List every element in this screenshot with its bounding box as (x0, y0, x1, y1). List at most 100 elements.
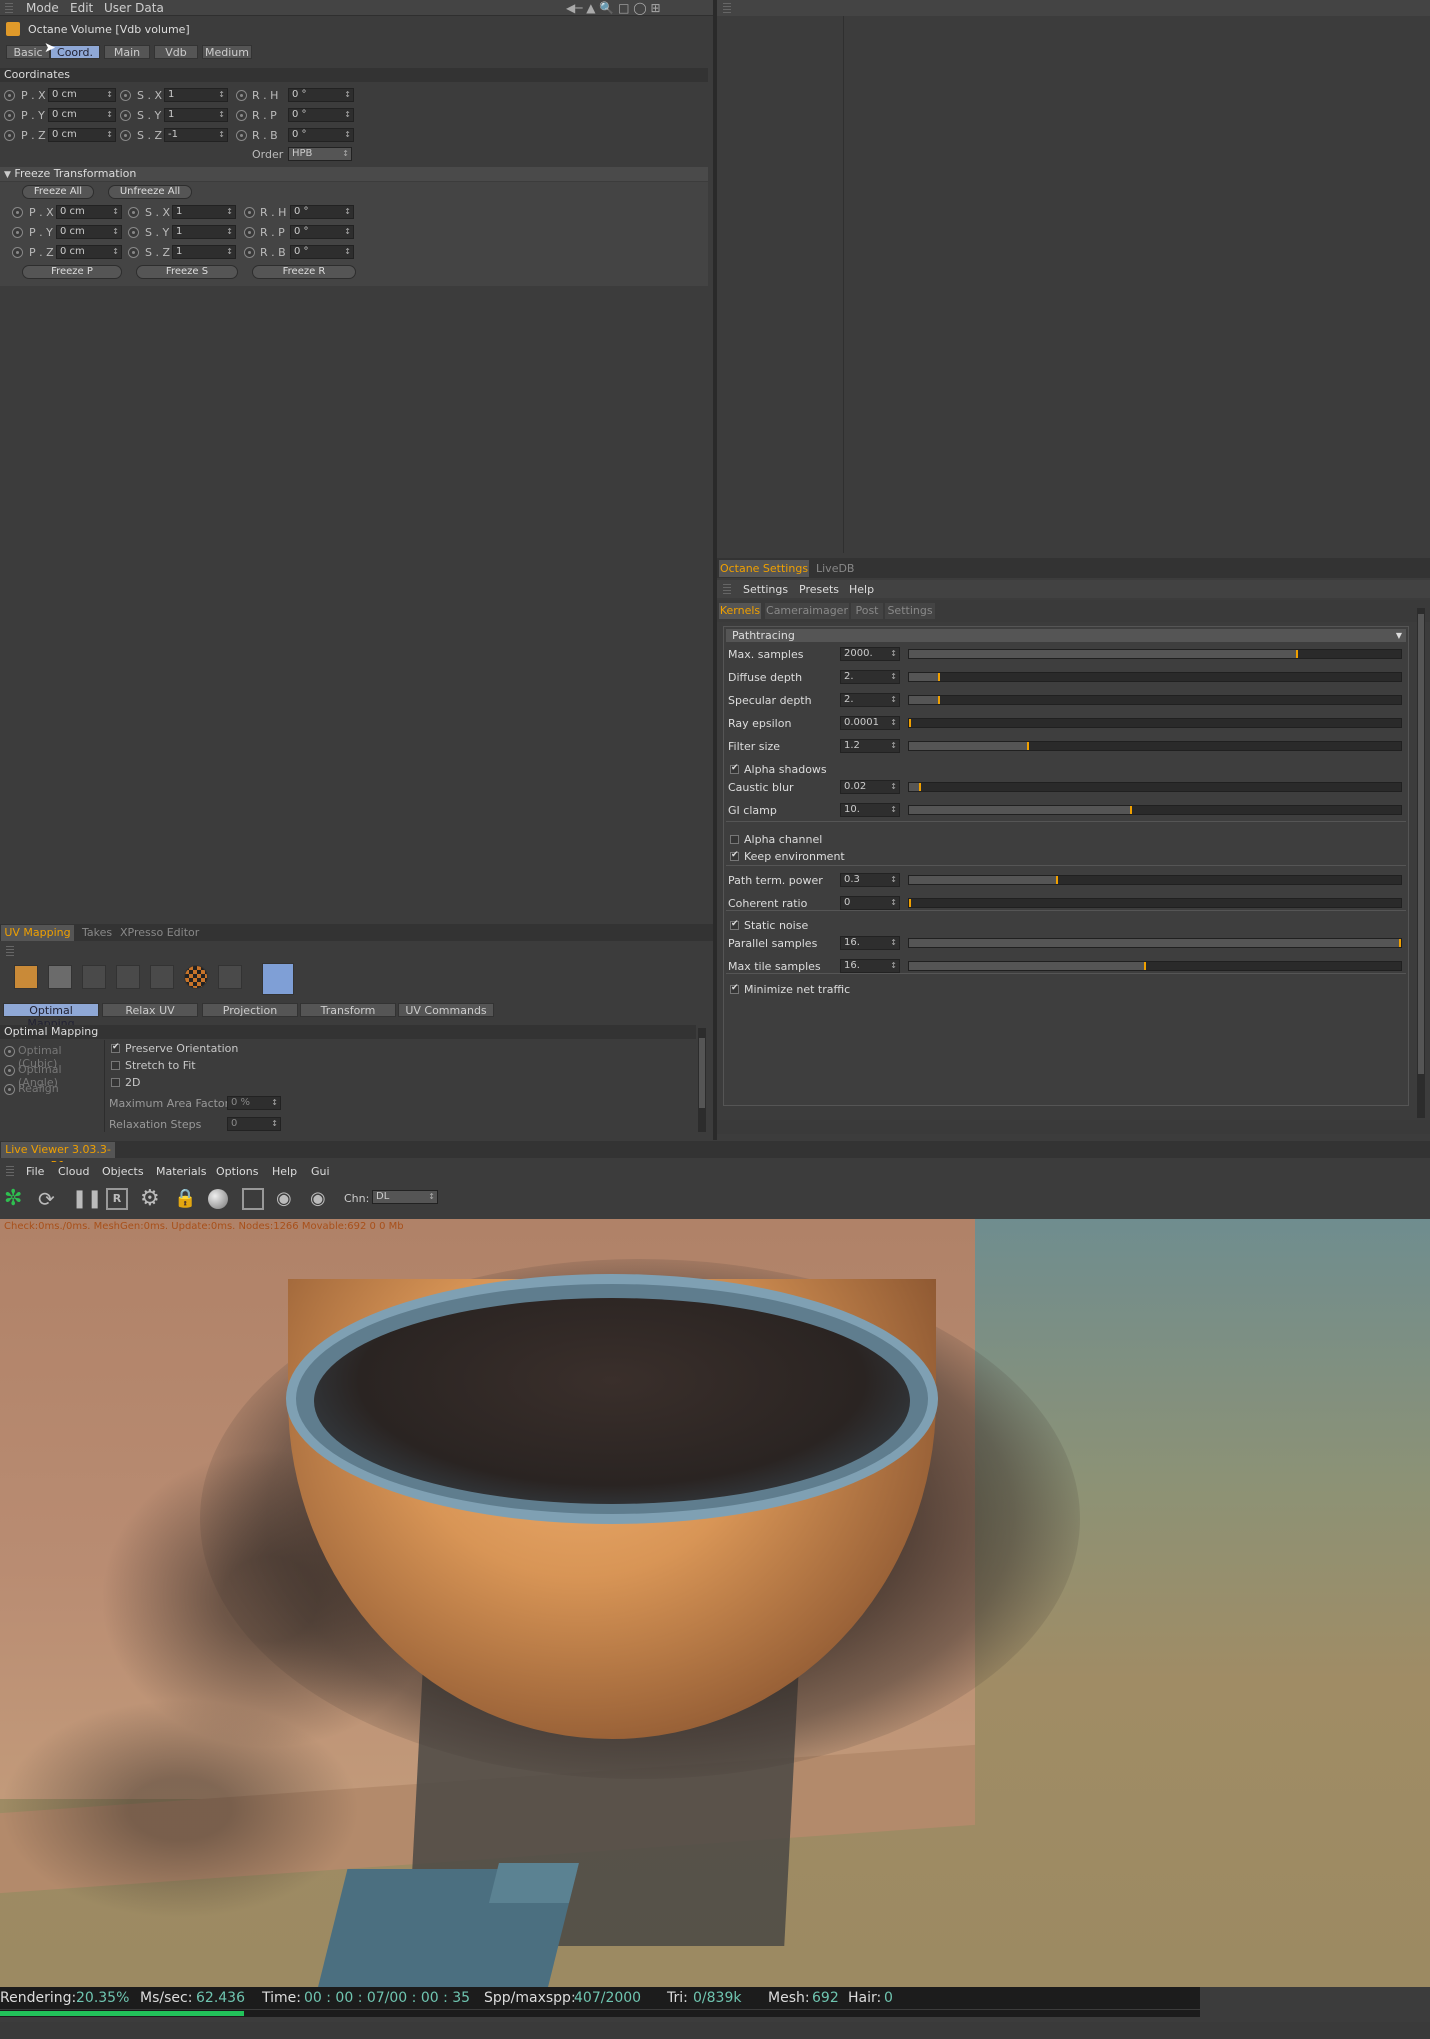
field-fsy[interactable]: 1 (172, 225, 236, 239)
gear-icon[interactable]: ⚙ (140, 1187, 164, 1211)
channel-dropdown[interactable]: DL (372, 1190, 438, 1204)
check-preserve-orientation[interactable] (111, 1042, 120, 1053)
scrollbar-thumb[interactable] (699, 1038, 705, 1108)
menu-cloud[interactable]: Cloud (58, 1165, 89, 1178)
order-dropdown[interactable]: HPB (288, 147, 352, 161)
check-2d[interactable] (111, 1078, 120, 1087)
tab-takes[interactable]: Takes (82, 926, 112, 939)
radio-fsz[interactable] (128, 247, 139, 258)
field-fsz[interactable]: 1 (172, 245, 236, 259)
slider-handle[interactable] (1026, 742, 1029, 750)
menu-help[interactable]: Help (849, 583, 874, 596)
grip-icon[interactable] (723, 584, 731, 594)
tab-transform[interactable]: Transform (300, 1003, 396, 1017)
field-rb[interactable]: 0 ° (288, 128, 354, 142)
tab-coord[interactable]: Coord. (50, 45, 100, 59)
grip-icon[interactable] (723, 3, 731, 13)
slider-parallel-samples[interactable] (908, 938, 1402, 948)
menu-help-viewer[interactable]: Help (272, 1165, 297, 1178)
pin-focus-icon[interactable]: ◉ (276, 1187, 300, 1211)
freeze-header[interactable]: ▼ Freeze Transformation (0, 167, 708, 181)
slider-handle[interactable] (909, 719, 911, 727)
field-frh[interactable]: 0 ° (290, 205, 354, 219)
field-parallel-samples[interactable]: 16. (840, 936, 900, 950)
nav-arrows-icon[interactable]: ◀─ ▲ 🔍 □ ◯ ⊞ (566, 1, 661, 15)
tab-post[interactable]: Post (851, 603, 883, 619)
check-static-noise[interactable] (730, 919, 739, 930)
freeze-p-button[interactable]: Freeze P (22, 265, 122, 279)
slider-max-samples[interactable] (908, 649, 1402, 659)
field-filter-size[interactable]: 1.2 (840, 739, 900, 753)
scrollbar-thumb[interactable] (1418, 614, 1424, 1074)
radio-realign[interactable] (4, 1084, 15, 1095)
pause-icon[interactable]: ❚❚ (72, 1187, 102, 1211)
slider-handle[interactable] (938, 673, 941, 681)
radio-frh[interactable] (244, 207, 255, 218)
check-keep-env[interactable] (730, 850, 739, 861)
field-frb[interactable]: 0 ° (290, 245, 354, 259)
uv-cube-icon[interactable] (14, 965, 38, 989)
radio-frb[interactable] (244, 247, 255, 258)
tab-cameraimager[interactable]: Cameraimager (765, 603, 849, 619)
field-rp[interactable]: 0 ° (288, 108, 354, 122)
tab-optimal-mapping[interactable]: Optimal Mapping (3, 1003, 99, 1030)
menu-user-data[interactable]: User Data (104, 1, 164, 15)
field-rh[interactable]: 0 ° (288, 88, 354, 102)
octane-scrollbar[interactable] (1417, 608, 1425, 1118)
check-stretch-to-fit[interactable] (111, 1061, 120, 1070)
menu-objects[interactable]: Objects (102, 1165, 144, 1178)
grip-icon[interactable] (6, 946, 14, 956)
freeze-r-button[interactable]: Freeze R (252, 265, 356, 279)
radio-fsx[interactable] (128, 207, 139, 218)
field-max-samples[interactable]: 2000. (840, 647, 900, 661)
field-sz[interactable]: -1 (164, 128, 228, 142)
menu-options[interactable]: Options (216, 1165, 258, 1178)
field-py[interactable]: 0 cm (48, 108, 116, 122)
uv-scrollbar[interactable] (698, 1028, 706, 1132)
field-fpx[interactable]: 0 cm (56, 205, 122, 219)
slider-coherent-ratio[interactable] (908, 898, 1402, 908)
octane-restart-icon[interactable]: ✼ (4, 1187, 28, 1211)
field-gi-clamp[interactable]: 10. (840, 803, 900, 817)
radio-optimal-angle[interactable] (4, 1065, 15, 1076)
slider-path-term-power[interactable] (908, 875, 1402, 885)
grip-icon[interactable] (5, 3, 13, 13)
radio-sx[interactable] (120, 90, 131, 101)
tab-livedb[interactable]: LiveDB (816, 562, 854, 575)
radio-sy[interactable] (120, 110, 131, 121)
field-fpz[interactable]: 0 cm (56, 245, 122, 259)
tab-octane-settings[interactable]: Octane Settings (719, 560, 809, 577)
check-alpha-channel[interactable] (730, 835, 739, 844)
slider-handle[interactable] (938, 696, 941, 704)
slider-handle[interactable] (1296, 650, 1299, 658)
slider-ray-epsilon[interactable] (908, 718, 1402, 728)
field-caustic-blur[interactable]: 0.02 (840, 780, 900, 794)
tab-projection[interactable]: Projection (202, 1003, 298, 1017)
radio-fsy[interactable] (128, 227, 139, 238)
uv-grid-icon[interactable] (116, 965, 140, 989)
field-specular-depth[interactable]: 2. (840, 693, 900, 707)
slider-specular-depth[interactable] (908, 695, 1402, 705)
region-render-icon[interactable]: R (106, 1188, 128, 1210)
frame-icon[interactable] (242, 1188, 264, 1210)
tab-xpresso-editor[interactable]: XPresso Editor (120, 926, 199, 939)
tab-uv-commands[interactable]: UV Commands (398, 1003, 494, 1017)
slider-handle[interactable] (909, 899, 911, 907)
field-max-area[interactable]: 0 % (227, 1096, 281, 1110)
menu-gui[interactable]: Gui (311, 1165, 330, 1178)
slider-handle[interactable] (1129, 806, 1132, 814)
field-relax-steps[interactable]: 0 (227, 1117, 281, 1131)
tab-uv-mapping[interactable]: UV Mapping (1, 925, 74, 941)
radio-fpy[interactable] (12, 227, 23, 238)
freeze-all-button[interactable]: Freeze All (22, 185, 94, 199)
uv-paint-icon[interactable] (262, 963, 294, 995)
radio-fpz[interactable] (12, 247, 23, 258)
tab-live-viewer[interactable]: Live Viewer 3.03.3-R1 (1, 1142, 115, 1172)
field-ray-epsilon[interactable]: 0.0001 (840, 716, 900, 730)
check-alpha-shadows[interactable] (730, 763, 739, 774)
slider-handle[interactable] (1144, 962, 1147, 970)
field-sx[interactable]: 1 (164, 88, 228, 102)
render-viewport[interactable]: Check:0ms./0ms. MeshGen:0ms. Update:0ms.… (0, 1219, 1430, 1987)
tab-kernels[interactable]: Kernels (719, 603, 761, 619)
menu-materials[interactable]: Materials (156, 1165, 206, 1178)
